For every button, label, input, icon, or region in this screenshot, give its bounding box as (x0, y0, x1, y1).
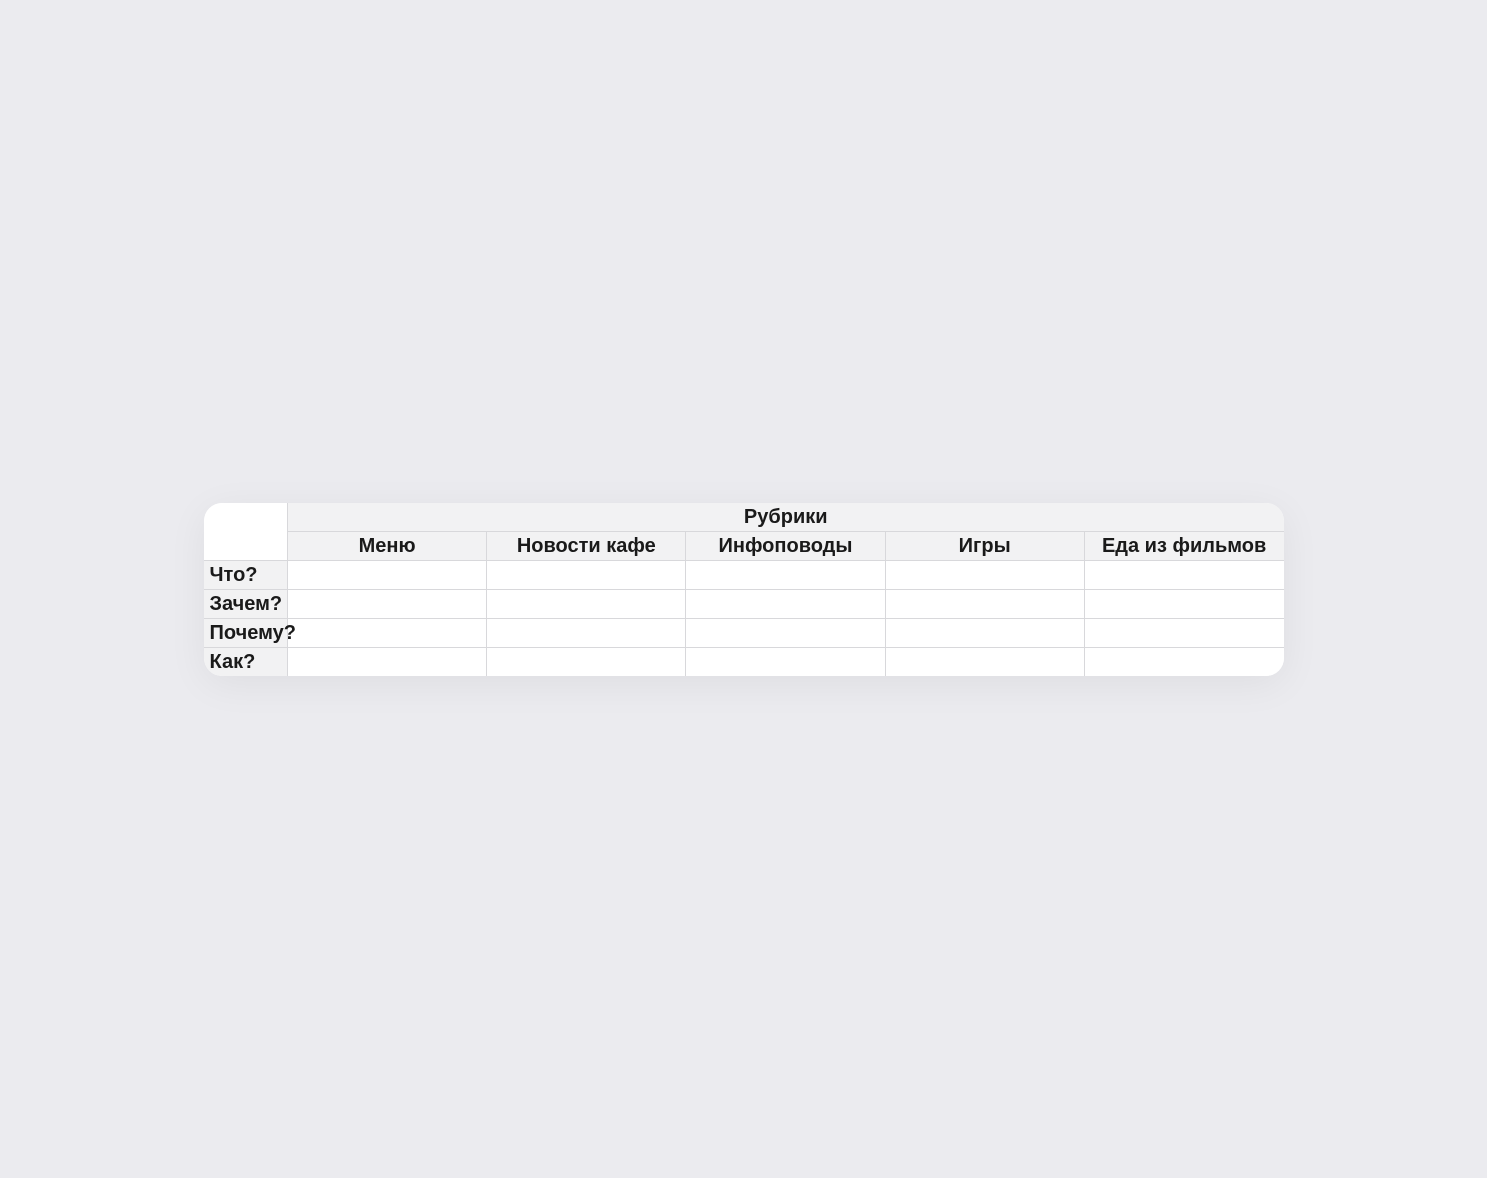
table-cell[interactable] (885, 589, 1084, 618)
table-cell[interactable] (487, 560, 686, 589)
table-cell[interactable] (487, 647, 686, 676)
col-header: Еда из фильмов (1084, 531, 1283, 560)
super-header: Рубрики (288, 503, 1284, 532)
table-cell[interactable] (487, 589, 686, 618)
row-header: Зачем? (204, 589, 288, 618)
table-cell[interactable] (885, 560, 1084, 589)
table-cell[interactable] (1084, 618, 1283, 647)
table-row: Зачем? (204, 589, 1284, 618)
row-header: Как? (204, 647, 288, 676)
table-cell[interactable] (1084, 589, 1283, 618)
col-header: Новости кафе (487, 531, 686, 560)
table-cell[interactable] (885, 618, 1084, 647)
corner-cell (204, 503, 288, 561)
row-header: Почему? (204, 618, 288, 647)
table-cell[interactable] (686, 560, 885, 589)
col-header: Меню (288, 531, 487, 560)
table-cell[interactable] (288, 618, 487, 647)
table-cell[interactable] (288, 589, 487, 618)
table-cell[interactable] (686, 647, 885, 676)
table-card: Рубрики Меню Новости кафе Инфоповоды Игр… (204, 503, 1284, 676)
row-header: Что? (204, 560, 288, 589)
col-header: Инфоповоды (686, 531, 885, 560)
table-row: Как? (204, 647, 1284, 676)
table-row: Что? (204, 560, 1284, 589)
table-cell[interactable] (1084, 647, 1283, 676)
table-cell[interactable] (885, 647, 1084, 676)
table-row: Почему? (204, 618, 1284, 647)
table-cell[interactable] (288, 560, 487, 589)
table-cell[interactable] (686, 589, 885, 618)
table-cell[interactable] (686, 618, 885, 647)
table-cell[interactable] (487, 618, 686, 647)
table-cell[interactable] (288, 647, 487, 676)
rubrics-table: Рубрики Меню Новости кафе Инфоповоды Игр… (204, 503, 1284, 676)
col-header: Игры (885, 531, 1084, 560)
table-cell[interactable] (1084, 560, 1283, 589)
